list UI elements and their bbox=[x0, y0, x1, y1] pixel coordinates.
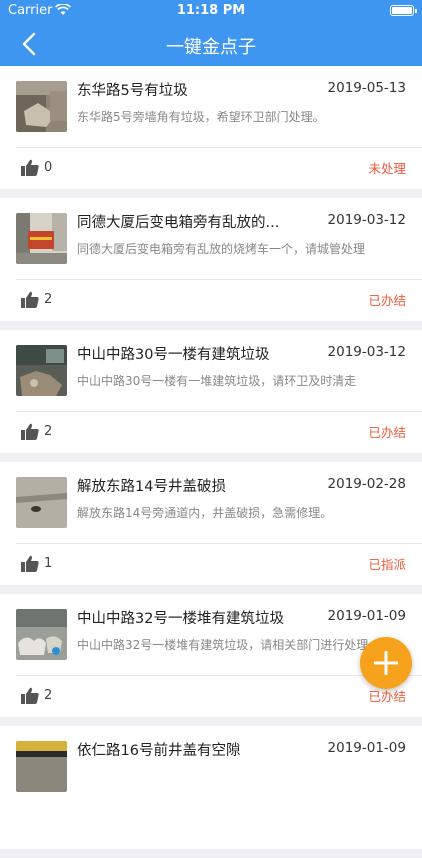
item-date: 2019-02-28 bbox=[327, 476, 406, 492]
navigation-bar: 一键金点子 bbox=[0, 22, 422, 66]
thumbs-up-icon[interactable] bbox=[20, 158, 40, 178]
item-date: 2019-05-13 bbox=[327, 80, 406, 96]
item-date: 2019-03-12 bbox=[327, 212, 406, 228]
like-count: 2 bbox=[44, 424, 53, 439]
list-item[interactable]: 中山中路30号一楼有建筑垃圾 2019-03-12 中山中路30号一楼有一堆建筑… bbox=[0, 330, 422, 453]
status-badge: 已办结 bbox=[368, 293, 406, 308]
item-thumbnail bbox=[16, 741, 67, 792]
thumbs-up-icon[interactable] bbox=[20, 290, 40, 310]
status-time: 11:18 PM bbox=[176, 3, 246, 18]
item-description: 中山中路30号一楼有一堆建筑垃圾，请环卫及时清走 bbox=[77, 374, 357, 388]
item-description: 解放东路14号旁通道内，井盖破损，急需修理。 bbox=[77, 506, 333, 520]
divider bbox=[16, 279, 422, 280]
thumbs-up-icon[interactable] bbox=[20, 686, 40, 706]
item-title: 同德大厦后变电箱旁有乱放的... bbox=[77, 215, 280, 231]
status-badge: 未处理 bbox=[368, 161, 406, 176]
like-count: 1 bbox=[44, 556, 53, 571]
item-date: 2019-01-09 bbox=[327, 740, 406, 756]
list-item[interactable]: 同德大厦后变电箱旁有乱放的... 2019-03-12 同德大厦后变电箱旁有乱放… bbox=[0, 198, 422, 321]
item-title: 中山中路32号一楼堆有建筑垃圾 bbox=[77, 611, 284, 627]
divider bbox=[16, 543, 422, 544]
item-date: 2019-01-09 bbox=[327, 608, 406, 624]
thumbs-up-icon[interactable] bbox=[20, 554, 40, 574]
list-item[interactable]: 依仁路16号前井盖有空隙 2019-01-09 bbox=[0, 726, 422, 849]
item-thumbnail bbox=[16, 609, 67, 660]
item-description: 同德大厦后变电箱旁有乱放的烧烤车一个，请城管处理 bbox=[77, 242, 366, 256]
item-thumbnail bbox=[16, 213, 67, 264]
item-thumbnail bbox=[16, 477, 67, 528]
list-item[interactable]: 东华路5号有垃圾 2019-05-13 东华路5号旁墙角有垃圾，希望环卫部门处理… bbox=[0, 66, 422, 189]
list-item[interactable]: 中山中路32号一楼堆有建筑垃圾 2019-01-09 中山中路32号一楼堆有建筑… bbox=[0, 594, 422, 717]
thumbs-up-icon[interactable] bbox=[20, 422, 40, 442]
item-title: 东华路5号有垃圾 bbox=[77, 83, 188, 99]
like-count: 0 bbox=[44, 160, 53, 175]
item-thumbnail bbox=[16, 345, 67, 396]
battery-icon bbox=[390, 5, 417, 16]
divider bbox=[16, 675, 422, 676]
item-title: 解放东路14号井盖破损 bbox=[77, 479, 226, 495]
add-button[interactable] bbox=[360, 637, 412, 689]
divider bbox=[16, 147, 422, 148]
like-count: 2 bbox=[44, 292, 53, 307]
list-item[interactable]: 解放东路14号井盖破损 2019-02-28 解放东路14号旁通道内，井盖破损，… bbox=[0, 462, 422, 585]
like-count: 2 bbox=[44, 688, 53, 703]
plus-icon bbox=[374, 651, 398, 675]
page-title: 一键金点子 bbox=[166, 37, 256, 58]
item-title: 中山中路30号一楼有建筑垃圾 bbox=[77, 347, 270, 363]
item-date: 2019-03-12 bbox=[327, 344, 406, 360]
divider bbox=[16, 411, 422, 412]
item-description: 东华路5号旁墙角有垃圾，希望环卫部门处理。 bbox=[77, 110, 325, 124]
status-badge: 已办结 bbox=[368, 425, 406, 440]
status-badge: 已指派 bbox=[368, 557, 406, 572]
status-bar: Carrier 11:18 PM bbox=[0, 0, 422, 22]
item-thumbnail bbox=[16, 81, 67, 132]
suggestion-list: 东华路5号有垃圾 2019-05-13 东华路5号旁墙角有垃圾，希望环卫部门处理… bbox=[0, 66, 422, 858]
